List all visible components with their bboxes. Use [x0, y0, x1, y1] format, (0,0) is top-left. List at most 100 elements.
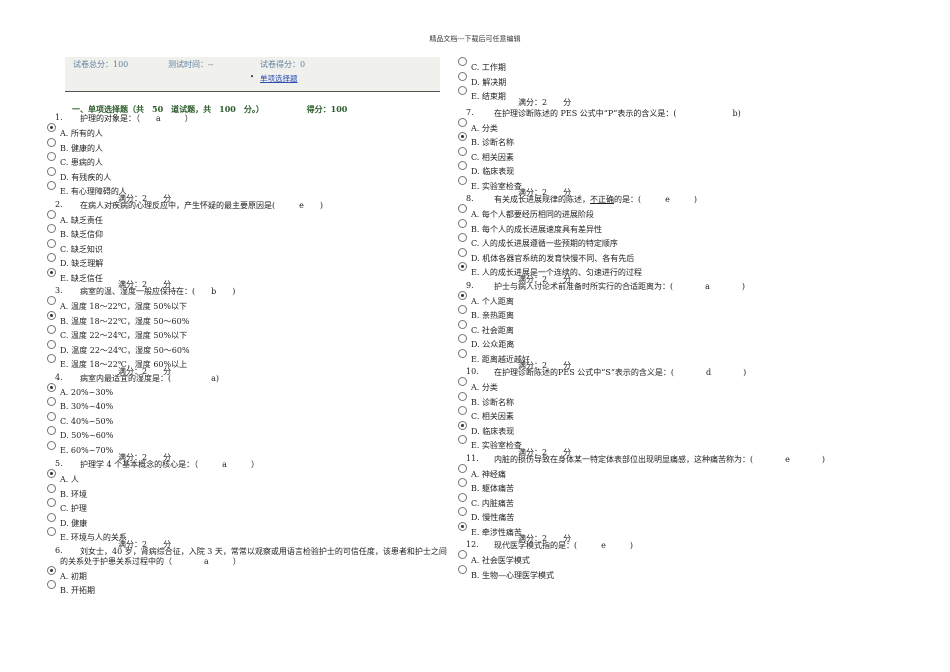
radio-button[interactable] — [458, 247, 467, 257]
option-label: E. 结束期 — [471, 92, 506, 101]
radio-button[interactable] — [47, 339, 56, 349]
option-label: B. 生物—心理医学模式 — [471, 570, 554, 580]
option-label: C. 相关因素 — [471, 412, 514, 421]
question-text: 在病人对疾病的心理反应中，产生怀疑的最主要原因是( e ) — [80, 200, 323, 210]
radio-button[interactable] — [47, 238, 56, 248]
question-text: 护理的对象是：（ a ） — [80, 114, 193, 123]
question-number: 12. — [466, 540, 479, 549]
radio-button[interactable] — [458, 71, 467, 81]
radio-button[interactable] — [47, 123, 56, 132]
radio-button[interactable] — [458, 305, 467, 314]
radio-button[interactable] — [47, 426, 56, 435]
radio-button[interactable] — [47, 253, 56, 262]
option-label: A. 个人距离 — [471, 296, 514, 306]
option-label: D. 有残疾的人 — [60, 172, 112, 182]
option-label: A. 人 — [60, 475, 79, 484]
radio-button[interactable] — [458, 204, 467, 213]
radio-button[interactable] — [47, 152, 56, 161]
option-label: D. 公众距离 — [471, 340, 515, 349]
radio-button[interactable] — [458, 218, 467, 228]
radio-button[interactable] — [47, 267, 56, 277]
radio-button[interactable] — [47, 527, 56, 536]
option-label: A. 神经痛 — [471, 469, 506, 479]
option-label: B. 每个人的成长进展速度具有差异性 — [471, 224, 602, 234]
question-text: 现代医学模式指的是：( e ) — [494, 541, 633, 550]
option-label: E. 实验室检查 — [471, 441, 522, 450]
radio-button[interactable] — [47, 483, 56, 493]
option-label: A. 分类 — [471, 383, 498, 392]
option-label: A. 社会医学模式 — [471, 556, 530, 565]
radio-button[interactable] — [458, 564, 467, 574]
question-text: 病室的温、湿度一般应保持在：( b ) — [80, 287, 236, 296]
radio-button[interactable] — [458, 391, 467, 401]
section-score: 得分：100 — [306, 104, 348, 114]
option-label: D. 缺乏理解 — [60, 259, 104, 268]
question-number: 6. — [55, 545, 63, 555]
option-label: A. 每个人都要经历相同的进展阶段 — [471, 210, 594, 219]
radio-button[interactable] — [47, 397, 56, 406]
radio-button[interactable] — [458, 86, 467, 95]
radio-button[interactable] — [47, 411, 56, 421]
radio-button[interactable] — [47, 580, 56, 589]
radio-button[interactable] — [458, 146, 467, 156]
radio-button[interactable] — [47, 354, 56, 363]
radio-button[interactable] — [458, 290, 467, 300]
radio-button[interactable] — [47, 296, 56, 305]
radio-button[interactable] — [47, 565, 56, 575]
radio-button[interactable] — [458, 406, 467, 415]
question-text: 在护理诊断陈述的 PES 公式中“P”表示的含义是：( b) — [494, 108, 741, 118]
radio-button[interactable] — [458, 435, 467, 444]
single-choice-link[interactable]: 单项选择题 — [260, 73, 298, 84]
radio-button[interactable] — [458, 420, 467, 430]
radio-button[interactable] — [47, 382, 56, 392]
radio-button[interactable] — [458, 117, 467, 127]
question-number: 4. — [55, 372, 63, 382]
radio-button[interactable] — [458, 348, 467, 358]
option-label: B. 诊断名称 — [471, 138, 514, 147]
question-number: 7. — [466, 107, 474, 117]
question-text: 病室内最适宜的湿度是：( a) — [80, 373, 220, 383]
radio-button[interactable] — [458, 478, 467, 487]
option-label: C. 温度 22～24℃，湿度 50%以下 — [60, 331, 188, 340]
option-label: B. 诊断名称 — [471, 397, 514, 407]
radio-button[interactable] — [458, 334, 467, 343]
radio-button[interactable] — [458, 492, 467, 502]
radio-button[interactable] — [458, 57, 467, 66]
radio-button[interactable] — [458, 319, 467, 329]
option-label: E. 牵涉性痛苦 — [471, 527, 522, 537]
radio-button[interactable] — [47, 469, 56, 478]
question-text-cont: 的关系处于护患关系过程中的（ a ） — [60, 556, 241, 566]
option-label: D. 50%~60% — [60, 431, 114, 440]
radio-button[interactable] — [47, 498, 56, 507]
option-label: E. 缺乏信任 — [60, 273, 103, 283]
option-label: E. 环境与人的关系 — [60, 533, 127, 542]
radio-button[interactable] — [458, 175, 467, 185]
option-label: D. 温度 22～24℃，湿度 50～60% — [60, 345, 190, 355]
radio-button[interactable] — [47, 181, 56, 190]
radio-button[interactable] — [458, 507, 467, 516]
radio-button[interactable] — [47, 325, 56, 334]
option-label: C. 工作期 — [471, 63, 506, 72]
radio-button[interactable] — [458, 377, 467, 386]
option-label: B. 开拓期 — [60, 586, 95, 595]
radio-button[interactable] — [458, 233, 467, 242]
radio-button[interactable] — [47, 310, 56, 320]
radio-button[interactable] — [47, 137, 56, 147]
radio-button[interactable] — [458, 463, 467, 473]
option-label: C. 社会距离 — [471, 325, 514, 335]
page-header: 精品文档---下载后可任意编辑 — [429, 35, 521, 43]
option-label: C. 患病的人 — [60, 158, 103, 167]
radio-button[interactable] — [47, 166, 56, 176]
question-number: 1. — [55, 113, 63, 122]
radio-button[interactable] — [47, 440, 56, 450]
radio-button[interactable] — [458, 132, 467, 141]
radio-button[interactable] — [47, 224, 56, 233]
question-number: 3. — [55, 286, 63, 295]
radio-button[interactable] — [458, 161, 467, 170]
radio-button[interactable] — [458, 521, 467, 531]
radio-button[interactable] — [458, 262, 467, 271]
radio-button[interactable] — [47, 209, 56, 219]
radio-button[interactable] — [458, 550, 467, 559]
radio-button[interactable] — [47, 512, 56, 522]
option-label: B. 亲热距离 — [471, 311, 514, 320]
